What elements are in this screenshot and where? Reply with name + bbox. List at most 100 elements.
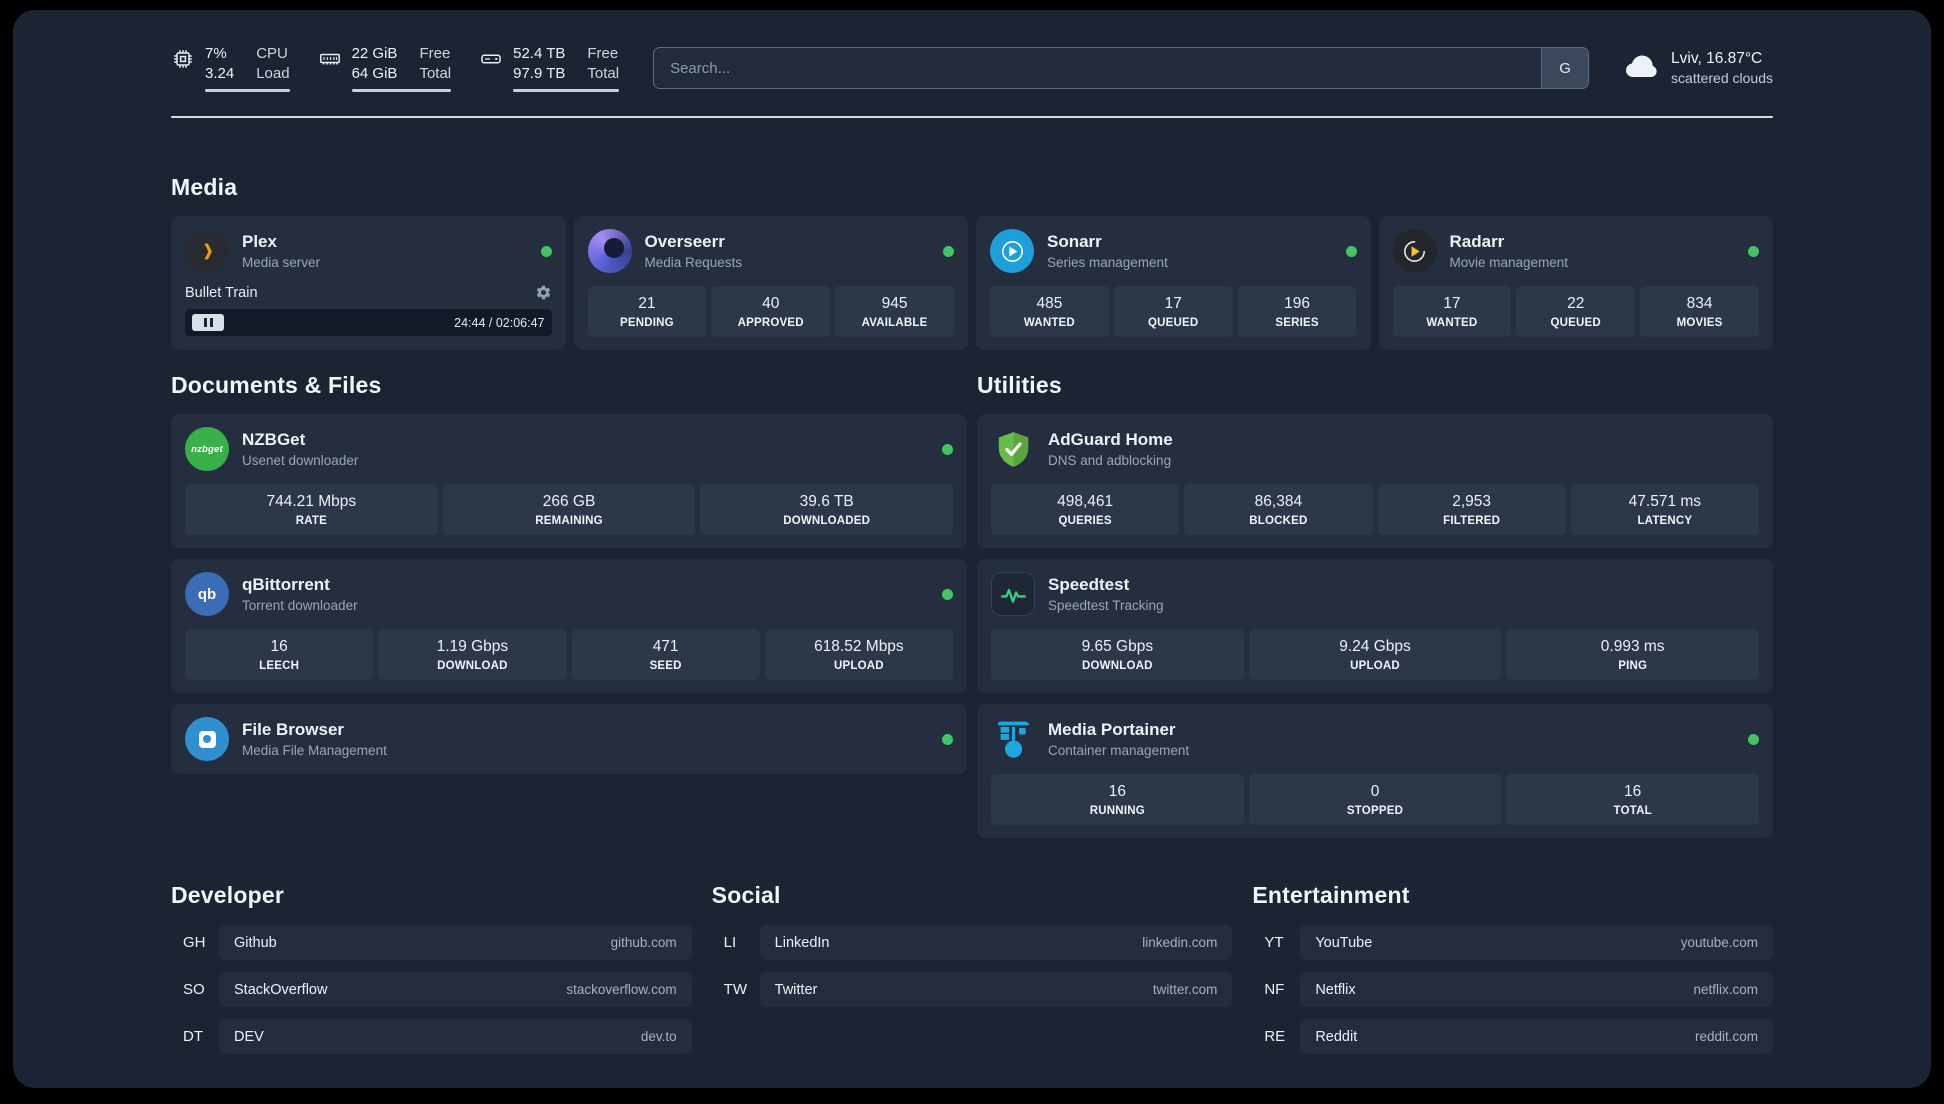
gear-icon[interactable] xyxy=(535,284,552,301)
documents-cards: nzbget NZBGet Usenet downloader 744.21 Mbps… xyxy=(171,414,967,774)
utilities-cards: AdGuard Home DNS and adblocking 498,461 QUE… xyxy=(977,414,1773,838)
service-card-speedtest[interactable]: Speedtest Speedtest Tracking 9.65 Gbps DOWN… xyxy=(977,559,1773,693)
stat-filtered: 2,953 FILTERED xyxy=(1377,484,1566,535)
service-card-file-browser[interactable]: File Browser Media File Management xyxy=(171,704,967,774)
bookmark-github[interactable]: GH Github github.com xyxy=(171,925,692,960)
weather-text: Lviv, 16.87°C scattered clouds xyxy=(1671,50,1773,86)
bookmark-name: Reddit xyxy=(1315,1028,1358,1045)
service-title: Plex xyxy=(242,231,277,251)
plex-icon xyxy=(185,229,229,273)
service-card-sonarr[interactable]: Sonarr Series management 485 WANTED 17 QUEUED… xyxy=(976,216,1371,350)
weather-location: Lviv, 16.87°C xyxy=(1671,50,1763,67)
stat-label: BLOCKED xyxy=(1249,515,1308,527)
stat-value: 471 xyxy=(652,638,679,655)
bookmark-reddit[interactable]: RE Reddit reddit.com xyxy=(1252,1019,1773,1054)
dashboard-content: 7% 3.24 CPU Load 22 GiB 64 GiB Free Total 52.4 T… xyxy=(13,10,1931,1088)
stat-pending: 21 PENDING xyxy=(587,286,707,337)
pause-button[interactable] xyxy=(192,314,224,331)
service-card-media-portainer[interactable]: Media Portainer Container management 16 RUN… xyxy=(977,704,1773,838)
stat-label: TOTAL xyxy=(1613,805,1652,817)
usage-bar xyxy=(205,89,290,92)
stat-label: PENDING xyxy=(620,317,674,329)
search-provider-button[interactable]: G xyxy=(1541,48,1589,88)
bookmark-name: StackOverflow xyxy=(234,981,328,998)
bookmark-domain: netflix.com xyxy=(1693,982,1758,997)
stat-available: 945 AVAILABLE xyxy=(835,286,954,337)
qbittorrent-icon: qb xyxy=(185,572,229,616)
service-card-radarr[interactable]: Radarr Movie management 17 WANTED 22 QUEUED 83… xyxy=(1378,216,1773,350)
service-subtitle: Media Requests xyxy=(644,255,743,271)
stat-label: DOWNLOADED xyxy=(783,515,871,527)
service-card-qbittorrent[interactable]: qb qBittorrent Torrent downloader 16 LEECH 1.… xyxy=(171,559,967,693)
service-title: qBittorrent xyxy=(242,574,330,594)
bookmark-abbr: TW xyxy=(723,981,747,998)
service-card-plex[interactable]: Plex Media server Bullet Train 24:44 / 02:0… xyxy=(171,216,566,350)
bookmark-twitter[interactable]: TW Twitter twitter.com xyxy=(712,972,1233,1007)
playback-bar[interactable]: 24:44 / 02:06:47 xyxy=(185,309,552,336)
bookmark-abbr: NF xyxy=(1264,981,1285,998)
stat-value: 16 xyxy=(1108,783,1126,800)
stat-running: 16 RUNNING xyxy=(991,774,1244,825)
search-bar: G xyxy=(653,47,1590,89)
stat-label: DOWNLOAD xyxy=(437,660,508,672)
stat-value: 618.52 Mbps xyxy=(814,638,904,655)
bookmark-abbr: SO xyxy=(183,981,205,998)
stat-value: 0 xyxy=(1370,783,1380,800)
stat-value: 485 xyxy=(1036,295,1063,312)
section-title-developer: Developer xyxy=(171,882,285,908)
stat-value: 1.19 Gbps xyxy=(436,638,509,655)
portainer-icon xyxy=(991,717,1035,761)
stat-upload: 9.24 Gbps UPLOAD xyxy=(1248,629,1502,680)
nzbget-icon: nzbget xyxy=(185,427,229,471)
stat-label: SERIES xyxy=(1275,317,1319,329)
header-divider xyxy=(171,116,1773,118)
service-card-nzbget[interactable]: nzbget NZBGet Usenet downloader 744.21 Mbps… xyxy=(171,414,967,548)
stat-queries: 498,461 QUERIES xyxy=(991,484,1180,535)
service-title: File Browser xyxy=(242,719,345,739)
stat-upload: 618.52 Mbps UPLOAD xyxy=(764,629,953,680)
stat-queued: 22 QUEUED xyxy=(1516,286,1636,337)
bookmark-domain: twitter.com xyxy=(1152,982,1218,997)
service-title: Sonarr xyxy=(1047,231,1102,251)
bookmark-stackoverflow[interactable]: SO StackOverflow stackoverflow.com xyxy=(171,972,692,1007)
stat-label: WANTED xyxy=(1023,317,1075,329)
stat-downloaded: 39.6 TB DOWNLOADED xyxy=(700,484,954,535)
bookmark-netflix[interactable]: NF Netflix netflix.com xyxy=(1252,972,1773,1007)
service-subtitle: Series management xyxy=(1047,255,1168,271)
stat-approved: 40 APPROVED xyxy=(711,286,831,337)
status-dot xyxy=(942,588,953,600)
stat-wanted: 17 WANTED xyxy=(1392,286,1512,337)
system-stats: 7% 3.24 CPU Load 22 GiB 64 GiB Free Total 52.4 T… xyxy=(171,44,620,92)
service-subtitle: Torrent downloader xyxy=(242,598,358,614)
stat-remaining: 266 GB REMAINING xyxy=(442,484,696,535)
stat-value: 266 GB xyxy=(542,493,596,510)
bookmark-dev[interactable]: DT DEV dev.to xyxy=(171,1019,692,1054)
bookmark-abbr: RE xyxy=(1264,1028,1286,1045)
service-subtitle: Media server xyxy=(242,255,321,271)
service-title: Radarr xyxy=(1449,231,1505,251)
stat-label: STOPPED xyxy=(1346,805,1404,817)
bookmark-group-social: Social LI LinkedIn linkedin.com TW Twitter twi… xyxy=(712,882,1233,1066)
service-subtitle: Usenet downloader xyxy=(242,453,359,469)
system-values: 52.4 TB 97.9 TB xyxy=(513,45,566,82)
system-labels: Free Total xyxy=(419,45,452,82)
ram-icon xyxy=(318,47,342,92)
stat-label: QUEUED xyxy=(1148,317,1199,329)
bookmark-name: Twitter xyxy=(774,981,818,998)
status-dot xyxy=(1345,245,1357,257)
stat-label: RUNNING xyxy=(1089,805,1145,817)
stat-value: 22 xyxy=(1567,295,1585,312)
stat-value: 498,461 xyxy=(1057,493,1114,510)
bookmark-youtube[interactable]: YT YouTube youtube.com xyxy=(1252,925,1773,960)
bookmark-linkedin[interactable]: LI LinkedIn linkedin.com xyxy=(712,925,1233,960)
search-input[interactable] xyxy=(654,48,1542,88)
service-title: Overseerr xyxy=(644,231,725,251)
service-card-overseerr[interactable]: Overseerr Media Requests 21 PENDING 40 APPROV… xyxy=(573,216,968,350)
stat-leech: 16 LEECH xyxy=(185,629,374,680)
weather-icon-slot xyxy=(1623,50,1659,86)
system-labels: Free Total xyxy=(587,45,620,82)
stat-value: 16 xyxy=(1624,783,1642,800)
stat-value: 0.993 ms xyxy=(1600,638,1665,655)
service-card-adguard-home[interactable]: AdGuard Home DNS and adblocking 498,461 QUE… xyxy=(977,414,1773,548)
system-widget-free-total: 52.4 TB 97.9 TB Free Total xyxy=(479,44,620,92)
